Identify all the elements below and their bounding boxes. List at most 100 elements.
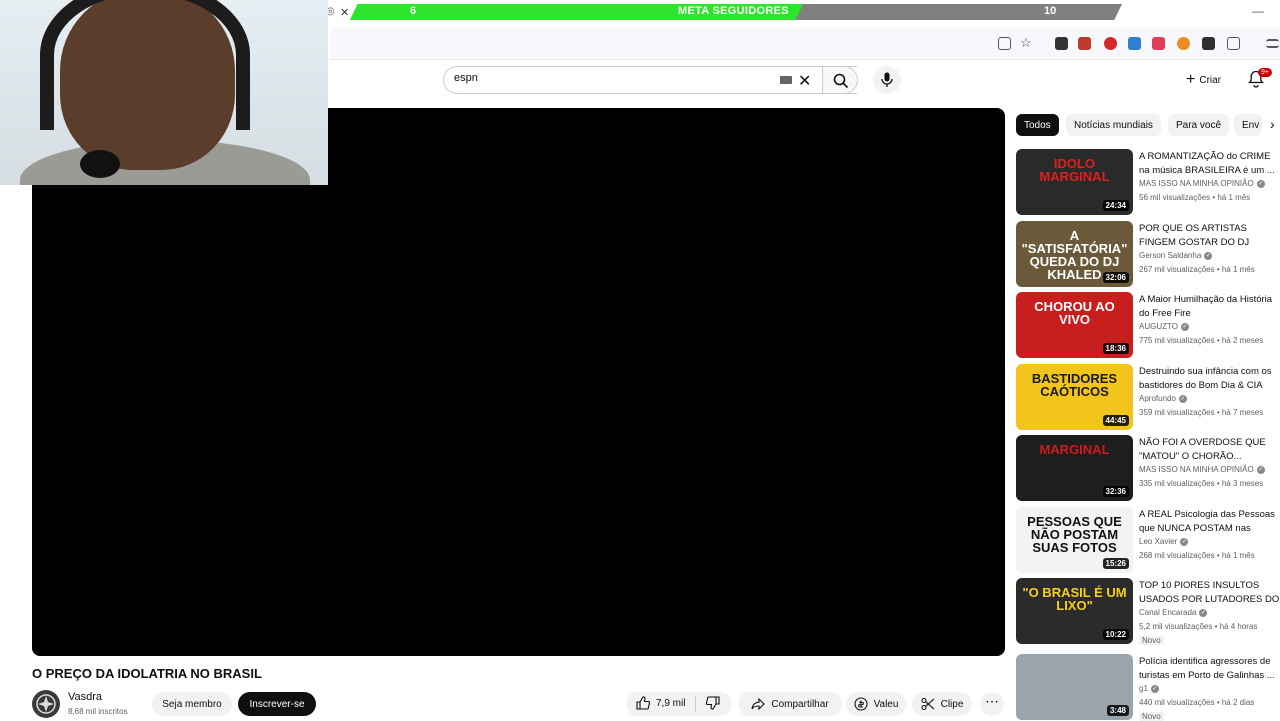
more-dots-icon: ⋯ xyxy=(985,693,999,709)
video-thumbnail[interactable]: BASTIDORES CAÓTICOS 44:45 xyxy=(1016,364,1133,430)
video-duration: 15:26 xyxy=(1102,558,1129,569)
thumbnail-text: CHOROU AO VIVO xyxy=(1034,299,1115,327)
recommendation-channel[interactable]: Leo Xavier ✓ xyxy=(1139,537,1189,546)
install-app-icon[interactable] xyxy=(998,37,1011,50)
recommendation-channel[interactable]: g1 ✓ xyxy=(1139,684,1159,693)
recommendation-meta: 268 mil visualizações • há 1 mês xyxy=(1139,551,1255,560)
keyboard-icon[interactable] xyxy=(780,76,792,84)
subscribe-button[interactable]: Inscrever-se xyxy=(238,692,316,716)
recommendation-title[interactable]: Destruindo sua infância com os bastidore… xyxy=(1139,365,1280,393)
more-actions-button[interactable]: ⋯ xyxy=(980,692,1004,716)
recommendation-title[interactable]: A ROMANTIZAÇÃO do CRIME na música BRASIL… xyxy=(1139,150,1280,178)
dislike-button[interactable] xyxy=(705,696,720,715)
verified-check-icon: ✓ xyxy=(1256,179,1265,188)
recommendation-item[interactable]: "O BRASIL É UM LIXO" 10:22 TOP 10 PIORES I… xyxy=(1016,578,1280,645)
extension-g-icon[interactable] xyxy=(1055,37,1068,50)
recommendation-item[interactable]: IDOLO MARGINAL 24:34 A ROMANTIZAÇÃO do CRI… xyxy=(1016,149,1280,215)
extensions-puzzle-icon[interactable] xyxy=(1227,37,1240,50)
share-button[interactable]: Compartilhar xyxy=(738,692,842,716)
clip-label: Clipe xyxy=(940,698,964,710)
video-thumbnail[interactable]: CHOROU AO VIVO 18:36 xyxy=(1016,292,1133,358)
chevron-right-icon[interactable]: › xyxy=(1270,116,1275,132)
video-thumbnail[interactable]: IDOLO MARGINAL 24:34 xyxy=(1016,149,1133,215)
channel-name[interactable]: Vasdra xyxy=(68,691,102,703)
extension-rec-icon[interactable] xyxy=(1104,37,1117,50)
channel-avatar[interactable] xyxy=(32,690,60,718)
video-thumbnail[interactable]: A "SATISFATÓRIA" QUEDA DO DJ KHALED 32:06 xyxy=(1016,221,1133,287)
video-thumbnail[interactable]: PESSOAS QUE NÃO POSTAM SUAS FOTOS 15:26 xyxy=(1016,507,1133,573)
thumbnail-text: IDOLO MARGINAL xyxy=(1039,156,1110,184)
video-thumbnail[interactable]: MARGINAL 32:36 xyxy=(1016,435,1133,501)
window-minimize-icon[interactable]: — xyxy=(1252,4,1264,18)
recommendation-item[interactable]: PESSOAS QUE NÃO POSTAM SUAS FOTOS 15:26 A … xyxy=(1016,507,1280,573)
recommendation-item[interactable]: BASTIDORES CAÓTICOS 44:45 Destruindo sua i… xyxy=(1016,364,1280,430)
notifications-button[interactable]: 9+ xyxy=(1248,68,1272,93)
microphone xyxy=(80,150,120,178)
recommendation-meta: 335 mil visualizações • há 3 meses xyxy=(1139,479,1264,488)
video-duration: 32:36 xyxy=(1102,486,1129,497)
create-button[interactable]: + Criar xyxy=(1178,68,1229,92)
verified-check-icon: ✓ xyxy=(1199,608,1208,617)
bookmark-star-icon[interactable]: ☆ xyxy=(1020,35,1033,50)
recommendation-meta: 359 mil visualizações • há 7 meses xyxy=(1139,408,1264,417)
channel-logo-icon xyxy=(36,694,56,714)
thanks-button[interactable]: Valeu xyxy=(846,692,906,716)
chip-noticias-mundiais[interactable]: Notícias mundiais xyxy=(1066,114,1161,136)
video-duration: 44:45 xyxy=(1102,415,1129,426)
extension-orange-icon[interactable] xyxy=(1177,37,1190,50)
thumbnail-text: PESSOAS QUE NÃO POSTAM SUAS FOTOS xyxy=(1027,514,1122,555)
channel-name: Canal Encarada xyxy=(1139,608,1197,617)
extension-red-icon[interactable] xyxy=(1078,37,1091,50)
clear-search-icon[interactable]: ✕ xyxy=(798,71,811,91)
recommendation-channel[interactable]: MAS ISSO NA MINHA OPINIÃO ✓ xyxy=(1139,179,1265,188)
thumbnail-text: MARGINAL xyxy=(1039,442,1110,457)
voice-search-button[interactable] xyxy=(873,66,901,94)
recommendation-title[interactable]: Polícia identifica agressores de turista… xyxy=(1139,655,1280,683)
search-box xyxy=(443,66,857,94)
browser-toolbar: ☆ xyxy=(330,28,1280,60)
recommendation-channel[interactable]: AUGUZTO ✓ xyxy=(1139,322,1189,331)
join-button[interactable]: Seja membro xyxy=(152,692,232,716)
recommendation-title[interactable]: A Maior Humilhação da História do Free F… xyxy=(1139,293,1280,321)
recommendation-channel[interactable]: MAS ISSO NA MINHA OPINIÃO ✓ xyxy=(1139,465,1265,474)
recommendation-item[interactable]: A "SATISFATÓRIA" QUEDA DO DJ KHALED 32:06… xyxy=(1016,221,1280,287)
recommendation-title[interactable]: POR QUE OS ARTISTAS FINGEM GOSTAR DO DJ … xyxy=(1139,222,1280,250)
tab-close-icon[interactable]: ✕ xyxy=(340,6,349,19)
recommendation-item[interactable]: CHOROU AO VIVO 18:36 A Maior Humilhação da… xyxy=(1016,292,1280,358)
goal-start-value: 6 xyxy=(410,5,417,17)
channel-name: Aprofundo xyxy=(1139,394,1176,403)
recommendation-channel[interactable]: Gerson Saldanha ✓ xyxy=(1139,251,1213,260)
plus-icon: + xyxy=(1186,71,1196,88)
like-button[interactable]: 7,9 mil xyxy=(636,696,685,710)
chip-env[interactable]: Env xyxy=(1234,114,1262,136)
menu-icon[interactable] xyxy=(1266,39,1279,48)
video-thumbnail[interactable]: 3:48 xyxy=(1016,654,1133,720)
share-icon xyxy=(751,698,766,710)
recommendation-title[interactable]: A REAL Psicologia das Pessoas que NUNCA … xyxy=(1139,508,1280,536)
video-thumbnail[interactable]: "O BRASIL É UM LIXO" 10:22 xyxy=(1016,578,1133,644)
channel-name: Gerson Saldanha xyxy=(1139,251,1202,260)
extension-pink-icon[interactable] xyxy=(1152,37,1165,50)
chip-todos[interactable]: Todos xyxy=(1016,114,1059,136)
channel-name: AUGUZTO xyxy=(1139,322,1178,331)
video-player[interactable] xyxy=(32,108,1005,656)
microphone-icon xyxy=(881,72,893,87)
search-input[interactable] xyxy=(454,72,754,84)
search-button[interactable] xyxy=(822,66,858,94)
recommendation-meta: 5,2 mil visualizações • há 4 horas xyxy=(1139,622,1258,631)
recommendation-item[interactable]: MARGINAL 32:36 NÃO FOI A OVERDOSE QUE "MAT… xyxy=(1016,435,1280,501)
like-count: 7,9 mil xyxy=(656,697,686,709)
recommendation-title[interactable]: TOP 10 PIORES INSULTOS USADOS POR LUTADO… xyxy=(1139,579,1280,607)
recommendation-title[interactable]: NÃO FOI A OVERDOSE QUE "MATOU" O CHORÃO.… xyxy=(1139,436,1280,464)
recommendation-item[interactable]: 3:48 Polícia identifica agressores de tur… xyxy=(1016,654,1280,721)
thanks-label: Valeu xyxy=(873,698,899,710)
recommendation-meta: 440 mil visualizações • há 2 dias xyxy=(1139,698,1255,707)
thumbs-down-icon xyxy=(705,696,720,710)
recommendation-channel[interactable]: Canal Encarada ✓ xyxy=(1139,608,1208,617)
recommendation-channel[interactable]: Aprofundo ✓ xyxy=(1139,394,1187,403)
extension-dark-icon[interactable] xyxy=(1202,37,1215,50)
clip-button[interactable]: Clipe xyxy=(912,692,972,716)
search-icon xyxy=(833,73,849,89)
chip-para-voce[interactable]: Para você xyxy=(1168,114,1230,136)
extension-color-icon[interactable] xyxy=(1128,37,1141,50)
